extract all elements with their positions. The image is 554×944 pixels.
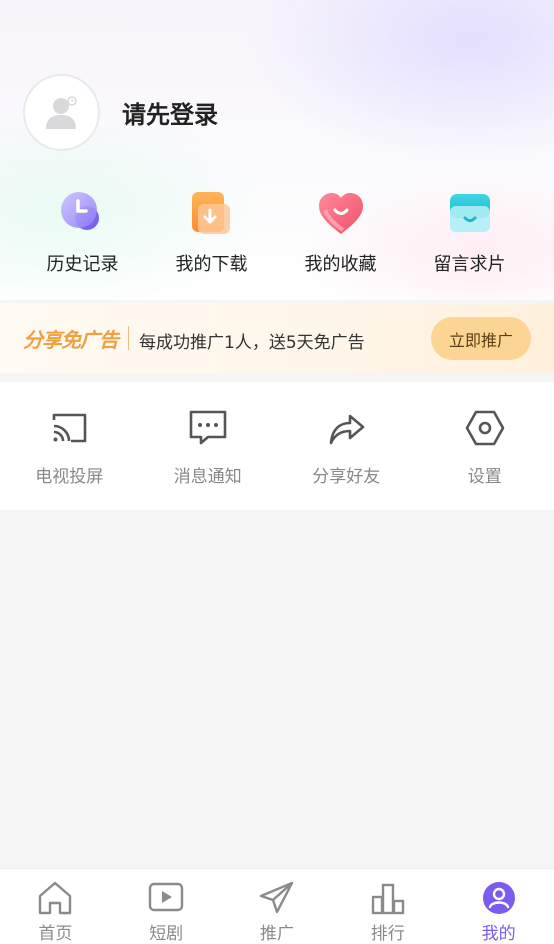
history-clock-icon (60, 192, 99, 230)
message-box-icon (449, 194, 490, 232)
share-arrow-icon (329, 414, 365, 445)
tools-grid: 电视投屏 消息通知 分享好友 设置 (0, 382, 554, 510)
quick-action-request[interactable]: 留言求片 (405, 188, 534, 288)
tool-label: 电视投屏 (35, 467, 104, 487)
quick-action-label: 我的收藏 (304, 254, 377, 275)
quick-action-label: 我的下载 (175, 254, 248, 275)
promo-description: 每成功推广1人，送5天免广告 (139, 332, 365, 353)
tab-promote[interactable]: 推广 (222, 869, 333, 944)
heart-favorite-icon (318, 193, 363, 234)
tool-notifications[interactable]: 消息通知 (139, 382, 278, 510)
promote-now-button[interactable]: 立即推广 (431, 317, 531, 360)
quick-action-favorites[interactable]: 我的收藏 (276, 188, 405, 288)
quick-action-history[interactable]: 历史记录 (18, 188, 147, 288)
quick-actions: 历史记录 我的下载 我的收藏 留言求片 (0, 188, 554, 288)
tab-label: 排行 (370, 924, 405, 944)
quick-action-label: 留言求片 (433, 254, 506, 275)
user-profile-icon (482, 882, 515, 914)
download-icon (191, 192, 230, 234)
tab-short-drama[interactable]: 短剧 (111, 869, 222, 944)
default-user-icon (45, 95, 77, 129)
tab-ranking[interactable]: 排行 (332, 869, 443, 944)
play-video-icon (148, 882, 184, 912)
bar-chart-icon (371, 883, 404, 915)
profile-section[interactable]: 请先登录 (23, 74, 218, 151)
quick-action-downloads[interactable]: 我的下载 (147, 188, 276, 288)
tab-home[interactable]: 首页 (0, 869, 111, 944)
settings-hexagon-icon (465, 410, 505, 446)
tool-settings[interactable]: 设置 (416, 382, 554, 510)
avatar[interactable] (23, 74, 100, 151)
cast-icon (52, 413, 87, 443)
quick-action-label: 历史记录 (46, 254, 119, 275)
tab-label: 首页 (38, 924, 73, 944)
tool-label: 分享好友 (312, 467, 381, 487)
tab-label: 短剧 (149, 924, 184, 944)
chat-bubble-icon (189, 410, 227, 445)
tool-share-friends[interactable]: 分享好友 (277, 382, 416, 510)
tool-tv-cast[interactable]: 电视投屏 (0, 382, 139, 510)
promo-banner[interactable]: 分享免广告 每成功推广1人，送5天免广告 立即推广 (0, 303, 554, 373)
tab-label: 我的 (481, 924, 516, 944)
home-icon (39, 881, 72, 915)
tool-label: 消息通知 (173, 467, 242, 487)
tab-label: 推广 (259, 924, 294, 944)
promo-title: 分享免广告 (23, 327, 119, 352)
login-prompt[interactable]: 请先登录 (122, 95, 218, 130)
tool-label: 设置 (467, 467, 502, 487)
promo-divider (128, 326, 129, 350)
paper-plane-icon (259, 881, 294, 914)
bottom-tab-bar: 首页 短剧 推广 排行 我的 (0, 868, 554, 944)
tab-mine[interactable]: 我的 (443, 869, 554, 944)
